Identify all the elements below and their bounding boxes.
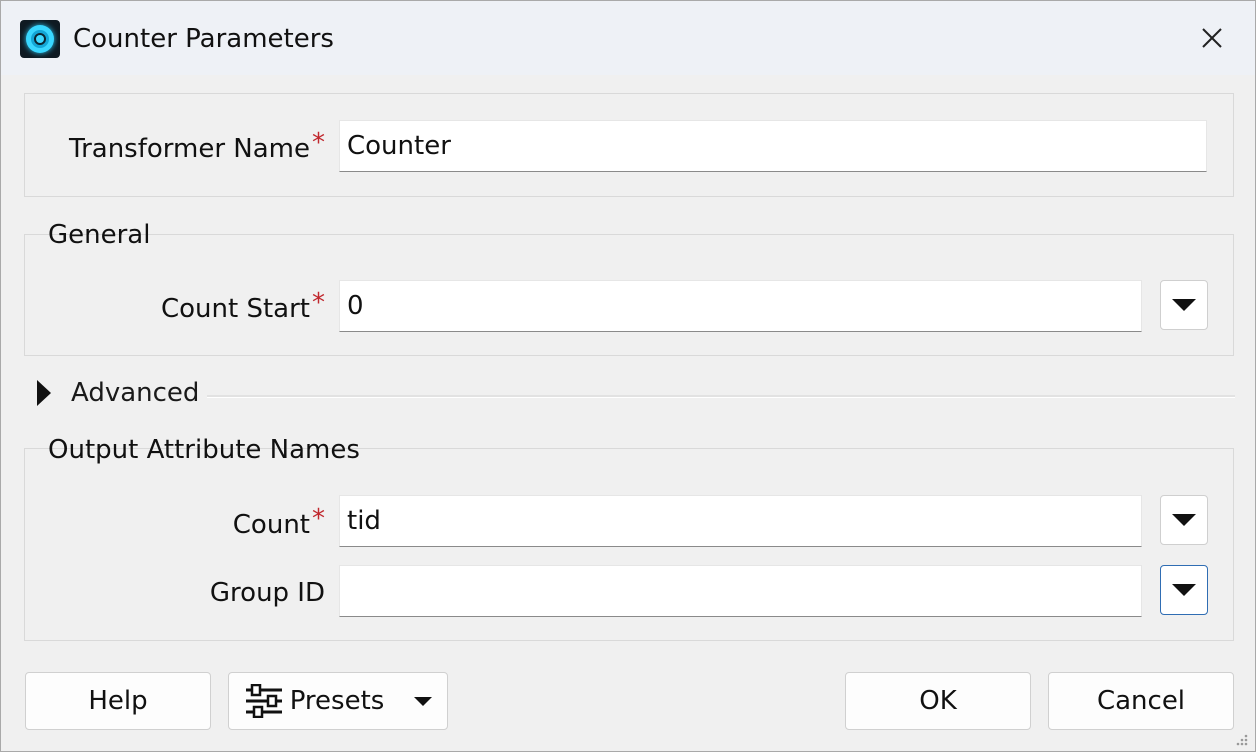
advanced-section-toggle[interactable]: Advanced bbox=[31, 374, 1235, 414]
help-button-label: Help bbox=[88, 686, 148, 716]
resize-grip-icon[interactable] bbox=[1235, 733, 1249, 747]
presets-button-label: Presets bbox=[289, 686, 385, 716]
presets-button[interactable]: Presets bbox=[228, 672, 448, 730]
chevron-down-icon bbox=[414, 696, 433, 706]
cancel-button-label: Cancel bbox=[1096, 686, 1186, 716]
help-button[interactable]: Help bbox=[25, 672, 211, 730]
chevron-down-icon bbox=[1172, 299, 1196, 311]
advanced-label: Advanced bbox=[71, 378, 200, 408]
required-marker: * bbox=[312, 288, 325, 318]
section-divider bbox=[207, 395, 1235, 398]
counter-parameters-dialog: Counter Parameters Transformer Name* Cou… bbox=[0, 0, 1256, 752]
group-id-label: Group ID bbox=[209, 578, 325, 608]
count-start-label: Count Start* bbox=[161, 288, 325, 324]
close-icon bbox=[1202, 28, 1222, 48]
chevron-down-icon bbox=[1172, 584, 1196, 596]
title-bar: Counter Parameters bbox=[1, 1, 1255, 75]
output-attribute-names-title: Output Attribute Names bbox=[48, 435, 360, 465]
group-id-dropdown-button[interactable] bbox=[1160, 565, 1208, 615]
close-button[interactable] bbox=[1185, 15, 1239, 61]
group-id-input[interactable] bbox=[339, 565, 1142, 617]
expand-arrow-icon bbox=[37, 380, 51, 406]
cancel-button[interactable]: Cancel bbox=[1048, 672, 1234, 730]
count-start-dropdown-button[interactable] bbox=[1160, 280, 1208, 330]
general-group-title: General bbox=[48, 220, 151, 250]
required-marker: * bbox=[312, 128, 325, 158]
sliders-icon bbox=[245, 684, 282, 718]
count-start-input[interactable]: 0 bbox=[339, 280, 1142, 332]
count-input[interactable]: tid bbox=[339, 495, 1142, 547]
transformer-name-input[interactable]: Counter bbox=[339, 120, 1207, 172]
count-dropdown-button[interactable] bbox=[1160, 495, 1208, 545]
chevron-down-icon bbox=[1172, 514, 1196, 526]
count-label: Count* bbox=[232, 504, 325, 540]
required-marker: * bbox=[312, 504, 325, 534]
ok-button-label: OK bbox=[919, 686, 957, 716]
dialog-title: Counter Parameters bbox=[73, 24, 334, 54]
transformer-name-label: Transformer Name* bbox=[69, 128, 325, 164]
ok-button[interactable]: OK bbox=[845, 672, 1031, 730]
app-icon bbox=[20, 20, 60, 58]
